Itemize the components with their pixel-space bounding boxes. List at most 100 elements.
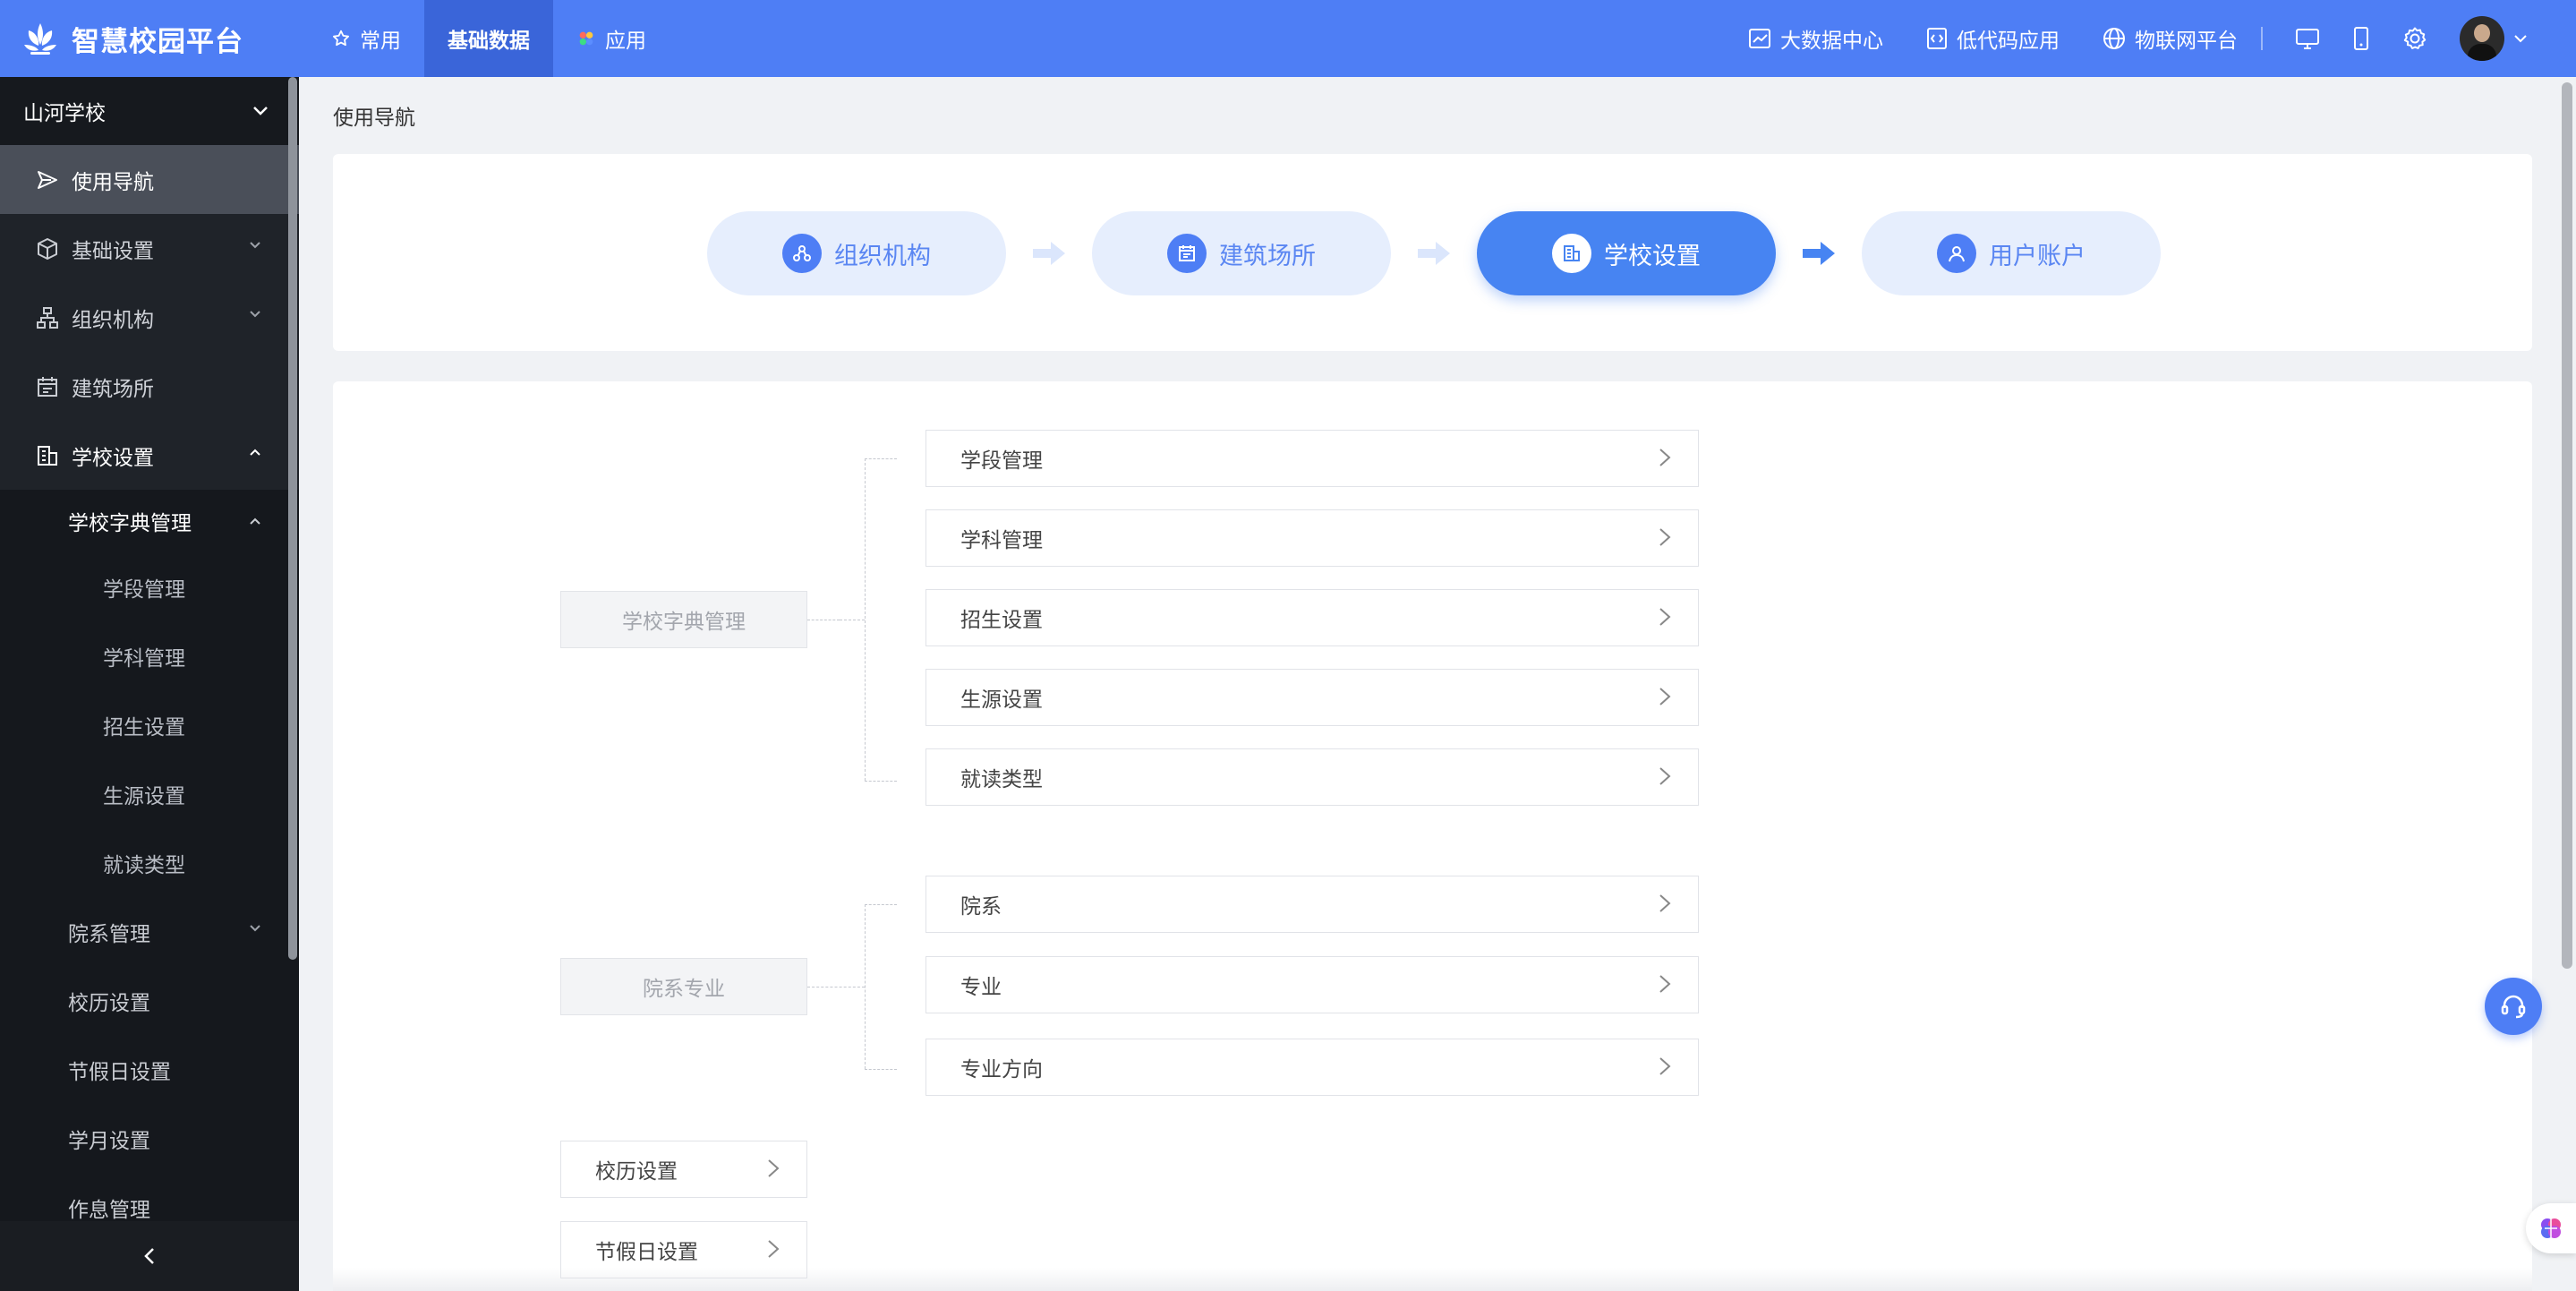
desktop-button[interactable] (2295, 27, 2320, 50)
sidebar-item-enrollment[interactable]: 招生设置 (0, 690, 299, 759)
link-stage-management[interactable]: 学段管理 (925, 430, 1699, 487)
topnav-basic-data[interactable]: 基础数据 (424, 0, 553, 77)
sidebar-item-stage[interactable]: 学段管理 (0, 552, 299, 621)
avatar[interactable] (2460, 16, 2504, 61)
chevron-down-icon (253, 107, 268, 115)
sidebar-item-usage-guide[interactable]: 使用导航 (0, 145, 299, 214)
sidebar-scrollbar[interactable] (288, 77, 297, 960)
sidebar-item-label: 建筑场所 (72, 377, 154, 401)
apps-icon (579, 31, 593, 46)
sidebar-item-label: 节假日设置 (68, 1060, 171, 1084)
topnav-apps-label: 应用 (605, 30, 646, 53)
sidebar-item-holiday[interactable]: 节假日设置 (0, 1035, 299, 1104)
sidebar-collapse-button[interactable] (0, 1221, 299, 1291)
step-label: 建筑场所 (1219, 242, 1316, 270)
top-right-tools: 大数据中心 低代码应用 物联网平台 (1705, 0, 2528, 77)
link-school-calendar[interactable]: 校历设置 (560, 1141, 807, 1198)
connector (865, 781, 897, 782)
group-label: 院系专业 (643, 978, 725, 1001)
brand-logo[interactable]: 智慧校园平台 (20, 14, 243, 63)
sidebar-item-subject[interactable]: 学科管理 (0, 621, 299, 690)
building-icon (38, 445, 57, 466)
step-school-settings[interactable]: 学校设置 (1477, 211, 1776, 295)
cube-icon (38, 237, 57, 260)
link-label: 院系 (960, 895, 1002, 919)
sidebar-item-label: 组织机构 (72, 308, 154, 332)
link-label: 专业方向 (960, 1058, 1043, 1082)
chevron-right-icon (1659, 973, 1671, 1000)
sidebar-item-calendar[interactable]: 校历设置 (0, 966, 299, 1035)
sidebar: 山河学校 使用导航 基础设置 组织机构 建筑场所 学校设置 学校字典管理 学段管… (0, 77, 299, 1291)
step-buildings[interactable]: 建筑场所 (1092, 211, 1391, 295)
link-student-source-settings[interactable]: 生源设置 (925, 669, 1699, 726)
chevron-up-icon (250, 449, 260, 456)
sidebar-item-month[interactable]: 学月设置 (0, 1104, 299, 1173)
topnav-common[interactable]: 常用 (308, 0, 424, 77)
school-selector[interactable]: 山河学校 (0, 77, 299, 145)
lowcode-link[interactable]: 低代码应用 (1926, 23, 2060, 54)
school-icon (1552, 234, 1591, 273)
chevron-right-icon (767, 1238, 780, 1265)
sidebar-item-school-dict[interactable]: 学校字典管理 (0, 490, 299, 552)
iot-label: 物联网平台 (2135, 30, 2238, 53)
link-label: 学科管理 (960, 529, 1043, 552)
link-subject-management[interactable]: 学科管理 (925, 509, 1699, 567)
sidebar-item-buildings[interactable]: 建筑场所 (0, 352, 299, 421)
gear-icon (2403, 27, 2427, 49)
iot-link[interactable]: 物联网平台 (2103, 23, 2238, 54)
sidebar-item-student-source[interactable]: 生源设置 (0, 759, 299, 828)
step-user-accounts[interactable]: 用户账户 (1862, 211, 2161, 295)
link-major[interactable]: 专业 (925, 956, 1699, 1013)
sidebar-item-label: 学段管理 (103, 577, 185, 602)
link-enrollment-settings[interactable]: 招生设置 (925, 589, 1699, 646)
sidebar-item-basic-settings[interactable]: 基础设置 (0, 214, 299, 283)
user-icon (1937, 234, 1976, 273)
chevron-right-icon (1659, 686, 1671, 713)
sidebar-item-label: 院系管理 (68, 922, 150, 946)
arrow-right-icon (1391, 240, 1477, 267)
bigdata-link[interactable]: 大数据中心 (1748, 23, 1883, 54)
step-label: 组织机构 (834, 242, 931, 270)
main-scrollbar[interactable] (2562, 82, 2572, 969)
link-label: 招生设置 (960, 609, 1043, 632)
customer-service-button[interactable] (2485, 978, 2542, 1035)
chevron-right-icon (1659, 893, 1671, 919)
top-nav: 常用 基础数据 应用 (308, 0, 670, 77)
step-organization[interactable]: 组织机构 (707, 211, 1006, 295)
brain-icon (2541, 1218, 2561, 1238)
chevron-down-icon (250, 925, 260, 932)
link-study-type[interactable]: 就读类型 (925, 748, 1699, 806)
sidebar-item-faculty[interactable]: 院系管理 (0, 897, 299, 966)
sidebar-item-label: 基础设置 (72, 239, 154, 263)
sidebar-item-label: 学校字典管理 (68, 512, 192, 535)
calendar-building-icon (38, 376, 57, 397)
chevron-right-icon (1659, 1056, 1671, 1082)
sidebar-item-label: 生源设置 (103, 784, 185, 808)
sidebar-item-organization[interactable]: 组织机构 (0, 283, 299, 352)
link-label: 专业 (960, 976, 1002, 999)
connector (865, 904, 866, 1069)
link-label: 生源设置 (960, 688, 1043, 712)
sidebar-item-school-settings[interactable]: 学校设置 (0, 421, 299, 490)
group-faculty-major: 院系专业 (560, 958, 807, 1015)
mobile-button[interactable] (2352, 26, 2370, 51)
setup-steps: 组织机构 建筑场所 学校设置 用户账户 (707, 211, 2161, 295)
link-label: 节假日设置 (595, 1241, 698, 1264)
chevron-right-icon (1659, 606, 1671, 633)
link-faculty[interactable]: 院系 (925, 876, 1699, 933)
send-icon (38, 170, 57, 189)
settings-button[interactable] (2402, 26, 2427, 51)
link-label: 就读类型 (960, 768, 1043, 791)
ai-assistant-button[interactable] (2526, 1203, 2576, 1253)
sidebar-item-label: 学校设置 (72, 446, 154, 470)
topnav-basic-data-label: 基础数据 (448, 30, 530, 53)
sidebar-item-label: 学科管理 (103, 646, 185, 671)
group-label: 学校字典管理 (622, 611, 746, 634)
sidebar-item-study-type[interactable]: 就读类型 (0, 828, 299, 897)
link-major-direction[interactable]: 专业方向 (925, 1039, 1699, 1096)
bigdata-label: 大数据中心 (1780, 30, 1883, 53)
sidebar-item-label: 使用导航 (72, 170, 154, 194)
chevron-down-icon[interactable] (2513, 33, 2528, 44)
topnav-apps[interactable]: 应用 (553, 0, 670, 77)
sidebar-item-label: 作息管理 (68, 1198, 150, 1222)
